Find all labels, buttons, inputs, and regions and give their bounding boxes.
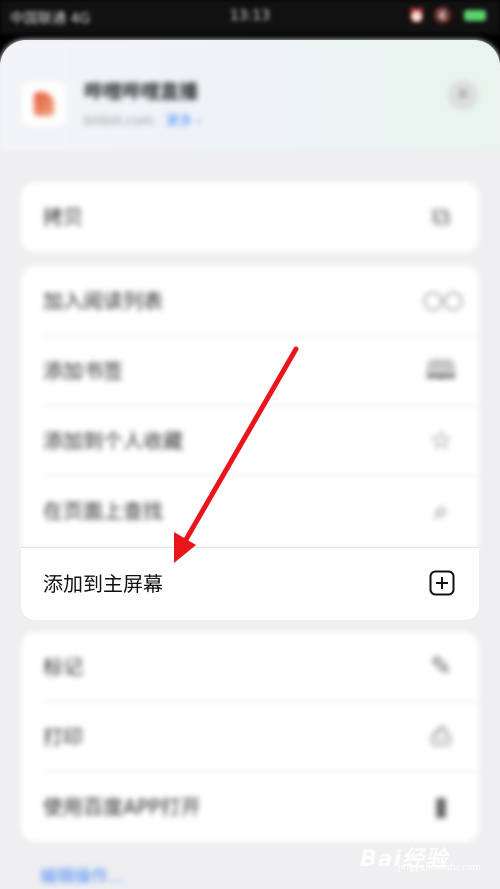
annotation-arrow [174, 346, 299, 563]
watermark-url: jingyan.baidu.com [398, 863, 482, 873]
baidu-watermark: Bai经验 jingyan.baidu.com [340, 837, 490, 881]
screen: 中国联通 4G 13:13 ⏰ 🔇 哔哩哔哩直播 bilibili.com 更多… [0, 0, 500, 889]
